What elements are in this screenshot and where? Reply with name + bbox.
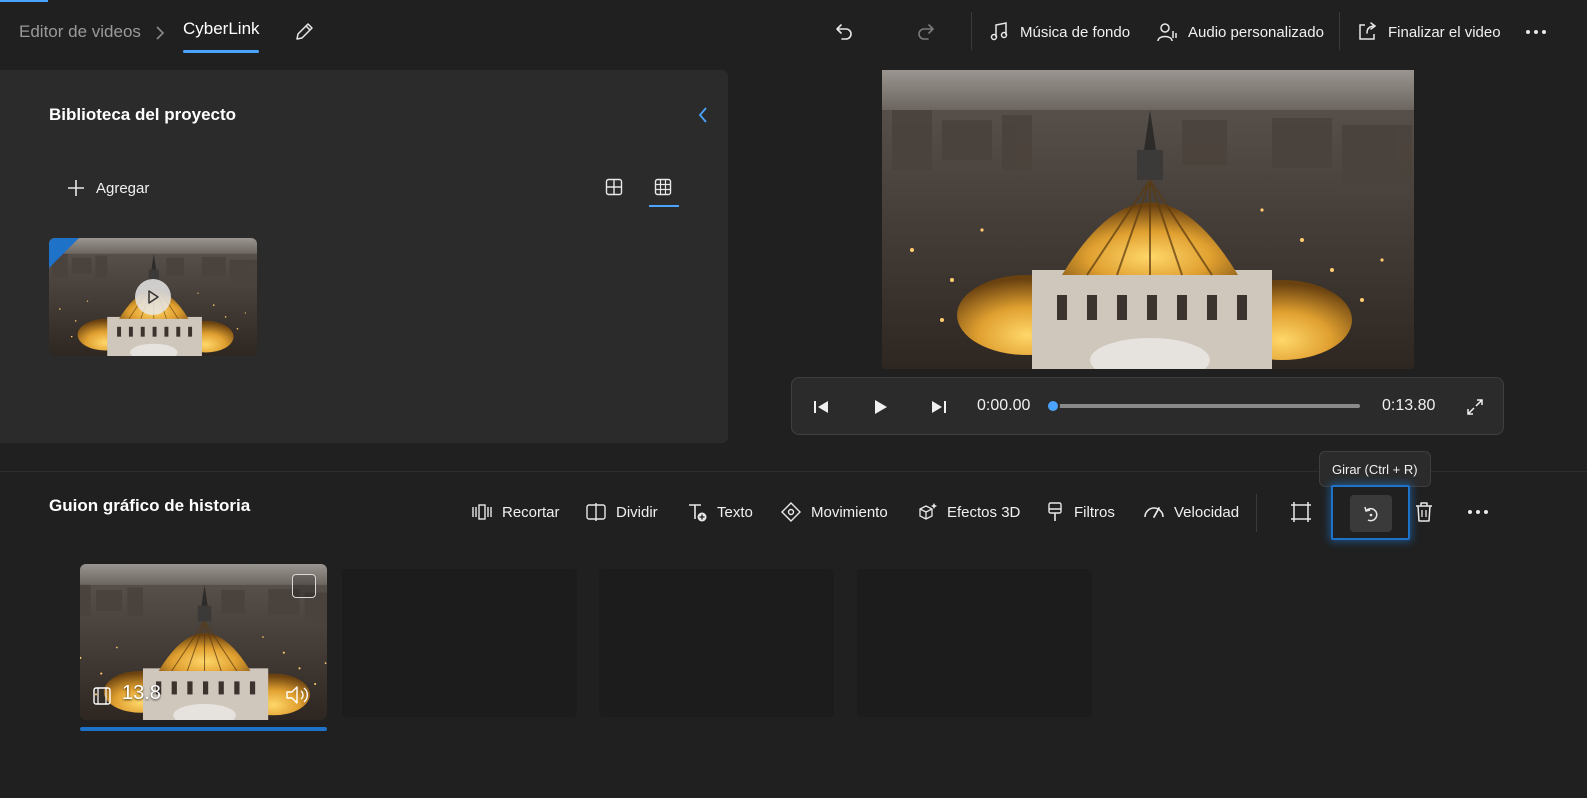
music-note-icon xyxy=(990,22,1008,41)
plus-icon xyxy=(68,180,84,196)
empty-clip-slot[interactable] xyxy=(857,569,1092,717)
crop-button[interactable] xyxy=(1287,498,1315,526)
total-time: 0:13.80 xyxy=(1382,397,1436,414)
filters-icon xyxy=(1048,502,1062,521)
in-use-corner-badge xyxy=(49,238,79,268)
text-button[interactable]: Texto xyxy=(686,497,753,527)
effects-3d-icon xyxy=(919,503,937,520)
trim-icon xyxy=(472,504,492,520)
view-small-grid-button[interactable] xyxy=(649,173,677,201)
empty-clip-slot[interactable] xyxy=(342,569,577,717)
more-icon xyxy=(1468,510,1488,514)
seek-bar[interactable] xyxy=(1052,404,1360,408)
motion-icon xyxy=(781,502,801,522)
pencil-icon xyxy=(296,23,313,40)
motion-label: Movimiento xyxy=(811,503,888,521)
toolbar-separator xyxy=(1339,12,1340,50)
storyboard-title: Guion gráfico de historia xyxy=(49,496,251,515)
skip-back-icon xyxy=(814,401,828,413)
more-options-button[interactable] xyxy=(1520,16,1552,48)
grid-large-icon xyxy=(605,178,623,196)
share-export-icon xyxy=(1359,22,1377,40)
finish-video-button[interactable]: Finalizar el video xyxy=(1356,16,1501,48)
storyboard-clip[interactable] xyxy=(80,564,327,720)
empty-clip-slot[interactable] xyxy=(599,569,834,717)
play-icon xyxy=(148,290,159,304)
view-large-grid-button[interactable] xyxy=(600,173,628,201)
video-preview xyxy=(882,70,1414,369)
undo-icon xyxy=(836,24,852,40)
trash-icon xyxy=(1416,502,1432,522)
custom-audio-button[interactable]: Audio personalizado xyxy=(1156,16,1324,48)
rename-project-button[interactable] xyxy=(288,16,320,48)
background-music-button[interactable]: Música de fondo xyxy=(988,16,1130,48)
film-icon xyxy=(93,687,111,705)
finish-video-label: Finalizar el video xyxy=(1388,23,1501,41)
rotate-tooltip-text: Girar (Ctrl + R) xyxy=(1332,461,1418,477)
add-media-button[interactable]: Agregar xyxy=(66,175,149,201)
split-label: Dividir xyxy=(616,503,658,521)
storyboard-more-button[interactable] xyxy=(1463,498,1493,526)
chevron-right-icon xyxy=(153,24,167,42)
clip-select-checkbox[interactable] xyxy=(292,574,316,598)
filters-label: Filtros xyxy=(1074,503,1115,521)
redo-button[interactable] xyxy=(910,16,942,48)
project-title-underline xyxy=(183,50,259,53)
previous-frame-button[interactable] xyxy=(808,394,834,420)
play-button[interactable] xyxy=(867,394,893,420)
text-label: Texto xyxy=(717,503,753,521)
effects-3d-button[interactable]: Efectos 3D xyxy=(916,497,1020,527)
toolbar-separator xyxy=(971,12,972,50)
custom-audio-label: Audio personalizado xyxy=(1188,23,1324,41)
clip-selected-indicator xyxy=(80,727,327,731)
split-icon xyxy=(586,503,606,521)
volume-icon[interactable] xyxy=(285,684,311,706)
add-media-label: Agregar xyxy=(96,179,150,197)
collapse-library-button[interactable] xyxy=(692,104,714,126)
more-icon xyxy=(1526,30,1546,34)
effects-3d-label: Efectos 3D xyxy=(947,503,1021,521)
redo-icon xyxy=(918,24,934,40)
speed-label: Velocidad xyxy=(1174,503,1240,521)
project-title[interactable]: CyberLink xyxy=(183,19,260,39)
motion-button[interactable]: Movimiento xyxy=(780,497,888,527)
next-frame-button[interactable] xyxy=(926,394,952,420)
person-audio-icon xyxy=(1157,23,1177,42)
trim-label: Recortar xyxy=(502,503,560,521)
crop-icon xyxy=(1291,502,1311,522)
undo-button[interactable] xyxy=(828,16,860,48)
toolbar-separator xyxy=(1256,494,1257,532)
trim-button[interactable]: Recortar xyxy=(471,497,560,527)
seek-handle[interactable] xyxy=(1046,399,1060,413)
fullscreen-icon xyxy=(1467,399,1483,415)
play-icon xyxy=(875,400,887,414)
loading-indicator xyxy=(0,0,48,2)
library-title: Biblioteca del proyecto xyxy=(49,105,237,124)
delete-button[interactable] xyxy=(1410,498,1438,526)
grid-small-icon xyxy=(654,178,672,196)
rotate-icon xyxy=(1364,506,1378,521)
background-music-label: Música de fondo xyxy=(1020,23,1131,41)
speed-button[interactable]: Velocidad xyxy=(1143,497,1239,527)
clip-duration: 13.8 xyxy=(122,682,161,704)
library-media-thumbnail[interactable] xyxy=(49,238,257,356)
rotate-tooltip: Girar (Ctrl + R) xyxy=(1319,451,1431,487)
fullscreen-button[interactable] xyxy=(1462,394,1488,420)
split-button[interactable]: Dividir xyxy=(585,497,658,527)
view-selected-indicator xyxy=(649,205,679,207)
chevron-left-icon xyxy=(698,107,707,123)
rotate-button[interactable] xyxy=(1350,495,1392,532)
speed-icon xyxy=(1144,507,1164,518)
filters-button[interactable]: Filtros xyxy=(1045,497,1115,527)
play-overlay-button[interactable] xyxy=(135,279,171,315)
text-icon xyxy=(689,504,707,522)
skip-forward-icon xyxy=(932,401,946,413)
current-time: 0:00.00 xyxy=(977,397,1031,414)
breadcrumb-root[interactable]: Editor de videos xyxy=(19,22,141,42)
